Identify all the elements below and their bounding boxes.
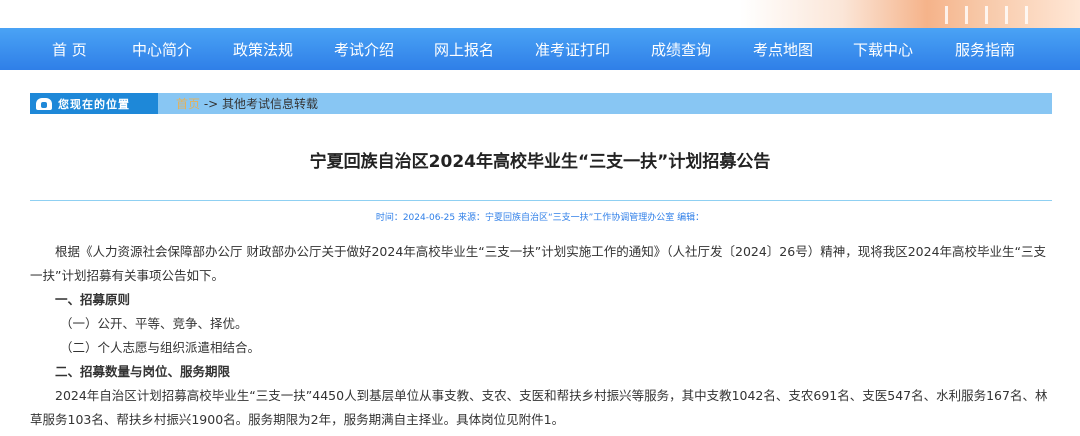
- article-body: 根据《人力资源社会保障部办公厅 财政部办公厅关于做好2024年高校毕业生“三支一…: [30, 240, 1052, 432]
- nav-item-exam-intro[interactable]: 考试介绍: [334, 39, 394, 60]
- location-icon: [36, 97, 52, 110]
- nav-item-exam-site-map[interactable]: 考点地图: [753, 39, 813, 60]
- list-item: （二）个人志愿与组织派遣相结合。: [60, 340, 261, 355]
- banner-decoration: [740, 0, 1080, 28]
- section-heading: 一、招募原则: [55, 292, 131, 307]
- breadcrumb-current: 其他考试信息转载: [222, 97, 319, 111]
- breadcrumb: 您现在的位置 首页 -> 其他考试信息转载: [30, 93, 1052, 114]
- title-divider: [30, 200, 1052, 201]
- nav-item-policy[interactable]: 政策法规: [233, 39, 293, 60]
- top-banner: [0, 0, 1080, 28]
- article-title: 宁夏回族自治区2024年高校毕业生“三支一扶”计划招募公告: [309, 152, 771, 172]
- breadcrumb-home-link[interactable]: 首页: [176, 97, 200, 111]
- location-badge: 您现在的位置: [30, 93, 158, 114]
- nav-item-download-center[interactable]: 下载中心: [853, 39, 913, 60]
- breadcrumb-links: 首页 -> 其他考试信息转载: [176, 95, 318, 112]
- breadcrumb-separator: ->: [200, 97, 223, 111]
- nav-item-about[interactable]: 中心简介: [132, 39, 192, 60]
- nav-item-service-guide[interactable]: 服务指南: [955, 39, 1015, 60]
- nav-item-score-query[interactable]: 成绩查询: [651, 39, 711, 60]
- nav-item-home[interactable]: 首 页: [52, 39, 87, 60]
- article-paragraph: 2024年自治区计划招募高校毕业生“三支一扶”4450人到基层单位从事支教、支农…: [30, 388, 1048, 427]
- main-nav: 首 页 中心简介 政策法规 考试介绍 网上报名 准考证打印 成绩查询 考点地图 …: [0, 28, 1080, 70]
- nav-item-admission-ticket[interactable]: 准考证打印: [535, 39, 610, 60]
- list-item: （一）公开、平等、竞争、择优。: [60, 316, 248, 331]
- section-heading: 二、招募数量与岗位、服务期限: [55, 364, 231, 379]
- location-label: 您现在的位置: [58, 97, 130, 111]
- article-meta: 时间：2024-06-25 来源：宁夏回族自治区“三支一扶”工作协调管理办公室 …: [375, 213, 705, 223]
- article-paragraph: 根据《人力资源社会保障部办公厅 财政部办公厅关于做好2024年高校毕业生“三支一…: [30, 244, 1046, 283]
- nav-item-online-registration[interactable]: 网上报名: [434, 39, 494, 60]
